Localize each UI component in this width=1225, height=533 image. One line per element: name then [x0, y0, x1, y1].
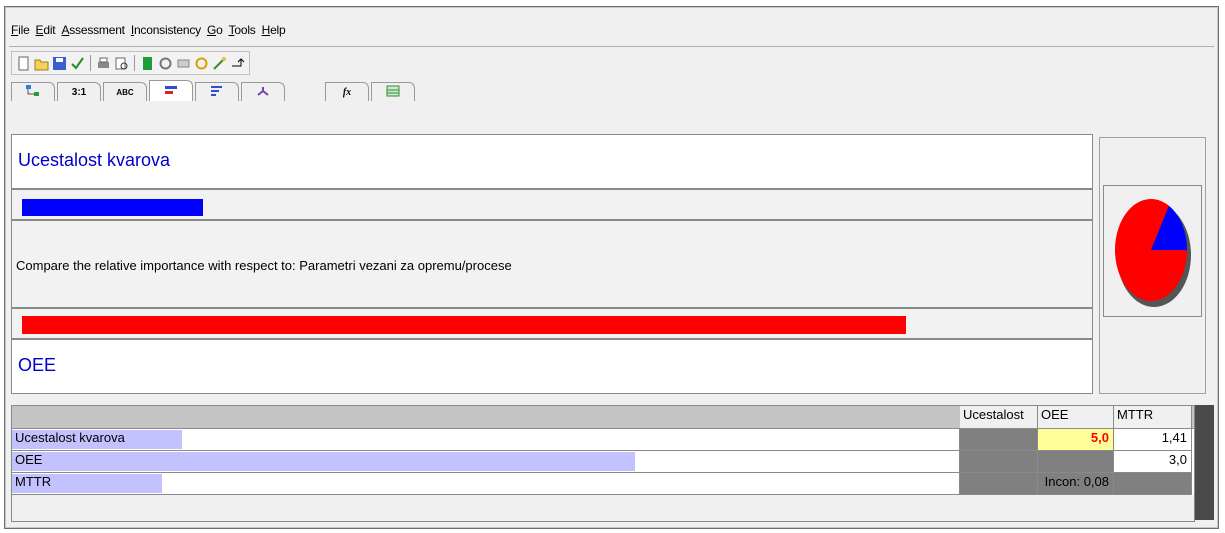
app-window: File Edit Assessment Inconsistency Go To… [4, 6, 1219, 529]
cell-diagonal [1114, 473, 1192, 495]
print-icon[interactable] [96, 56, 111, 71]
tab-verbal-label: ABC [116, 87, 134, 97]
comparison-prompt: Compare the relative importance with res… [16, 258, 512, 273]
menu-separator [9, 46, 1214, 47]
refresh-icon[interactable] [194, 56, 209, 71]
menu-go-mnemonic: G [206, 23, 217, 37]
matrix-empty-area [12, 495, 1194, 521]
menu-inconsistency[interactable]: Inconsistency [131, 23, 201, 37]
pie-chart [1115, 199, 1191, 307]
cell-ucestalost-mttr[interactable]: 1,41 [1114, 429, 1192, 451]
menu-edit[interactable]: Edit [36, 23, 56, 37]
tab-numerical[interactable]: 3:1 [57, 82, 101, 101]
comparison-matrix: Ucestalost OEE MTTR Ucestalost kvarova 5… [11, 405, 1195, 522]
tab-formula[interactable]: fx [325, 82, 369, 101]
col-header-mttr-label: MTTR [1117, 407, 1154, 422]
col-header-oee-label: OEE [1041, 407, 1069, 422]
cell-diagonal [1038, 451, 1114, 473]
col-header-oee[interactable]: OEE [1038, 406, 1114, 429]
tab-questionnaire[interactable] [195, 82, 239, 101]
cell-value: 3,0 [1168, 452, 1187, 467]
menu-inconsistency-label: nconsistency [133, 23, 201, 37]
save-icon[interactable] [52, 56, 67, 71]
cell-diagonal [960, 429, 1038, 451]
tab-tree[interactable] [11, 82, 55, 101]
toolbar [11, 51, 250, 75]
bars-icon [210, 85, 224, 100]
menu-file[interactable]: File [11, 23, 30, 37]
print-preview-icon[interactable] [114, 56, 129, 71]
col-header-mttr[interactable]: MTTR [1114, 406, 1192, 429]
menu-help-mnemonic: H [261, 23, 271, 37]
top-item-bar[interactable] [22, 199, 203, 216]
new-file-icon[interactable] [16, 56, 31, 71]
inconsistency-value: Incon: 0,08 [1044, 474, 1109, 489]
row-label-text: OEE [15, 452, 43, 467]
wand-icon[interactable] [212, 56, 227, 71]
cell-empty [960, 451, 1038, 473]
menu-bar: File Edit Assessment Inconsistency Go To… [11, 19, 286, 41]
menu-edit-label: dit [43, 23, 56, 37]
cell-oee-mttr[interactable]: 3,0 [1114, 451, 1192, 473]
cell-value: 1,41 [1161, 430, 1187, 445]
goto-arrow-icon[interactable] [230, 56, 245, 71]
tab-formula-label: fx [342, 86, 352, 98]
bottom-item-label: OEE [18, 355, 57, 375]
bottom-bar-track[interactable] [11, 308, 1093, 339]
prompt-panel: Compare the relative importance with res… [11, 220, 1093, 308]
pie-panel [1099, 137, 1206, 394]
calculator-icon[interactable] [140, 56, 155, 71]
menu-assessment-label: ssessment [69, 23, 125, 37]
eraser-icon[interactable] [176, 56, 191, 71]
open-folder-icon[interactable] [34, 56, 49, 71]
row-weight-bar [12, 452, 635, 471]
menu-tools-label: ools [234, 23, 256, 37]
col-header-ucestalost-label: Ucestalost [963, 407, 1024, 422]
toolbar-separator [90, 55, 91, 71]
menu-help-label: elp [270, 23, 286, 37]
row-label-ucestalost[interactable]: Ucestalost kvarova [12, 429, 960, 451]
row-label-text: MTTR [15, 474, 52, 489]
cell-value: 5,0 [1090, 430, 1109, 445]
row-label-oee[interactable]: OEE [12, 451, 960, 473]
vertical-scrollbar[interactable] [1195, 405, 1214, 520]
cell-ucestalost-oee[interactable]: 5,0 [1038, 429, 1114, 451]
row-label-text: Ucestalost kvarova [15, 430, 125, 445]
tab-graphical[interactable] [149, 80, 193, 101]
hierarchy-icon [256, 85, 270, 100]
top-bar-track[interactable] [11, 189, 1093, 220]
bottom-item-panel: OEE [11, 339, 1093, 394]
toolbar-separator [134, 55, 135, 71]
table-icon [386, 85, 400, 100]
menu-file-label: ile [18, 23, 30, 37]
top-item-label: Ucestalost kvarova [18, 150, 171, 170]
col-header-ucestalost[interactable]: Ucestalost [960, 406, 1038, 429]
inconsistency-cell: Incon: 0,08 [1038, 473, 1114, 495]
menu-go-label: o [216, 23, 223, 37]
bottom-item-bar[interactable] [22, 316, 906, 334]
top-item-panel: Ucestalost kvarova [11, 134, 1093, 189]
tab-hierarchy[interactable] [241, 82, 285, 101]
menu-go[interactable]: Go [207, 23, 223, 37]
gear-icon[interactable] [158, 56, 173, 71]
checkmark-icon[interactable] [70, 56, 85, 71]
cell-empty [960, 473, 1038, 495]
view-tabs: 3:1 ABC fx [11, 79, 417, 101]
menu-help[interactable]: Help [262, 23, 286, 37]
row-label-mttr[interactable]: MTTR [12, 473, 960, 495]
menu-assessment[interactable]: Assessment [61, 23, 125, 37]
tab-numerical-label: 3:1 [71, 86, 87, 98]
tab-verbal[interactable]: ABC [103, 82, 147, 101]
pie-frame [1103, 185, 1202, 317]
bar-chart-icon [164, 84, 178, 99]
tree-icon [26, 84, 40, 100]
tab-matrix[interactable] [371, 82, 415, 101]
menu-tools[interactable]: Tools [229, 23, 256, 37]
